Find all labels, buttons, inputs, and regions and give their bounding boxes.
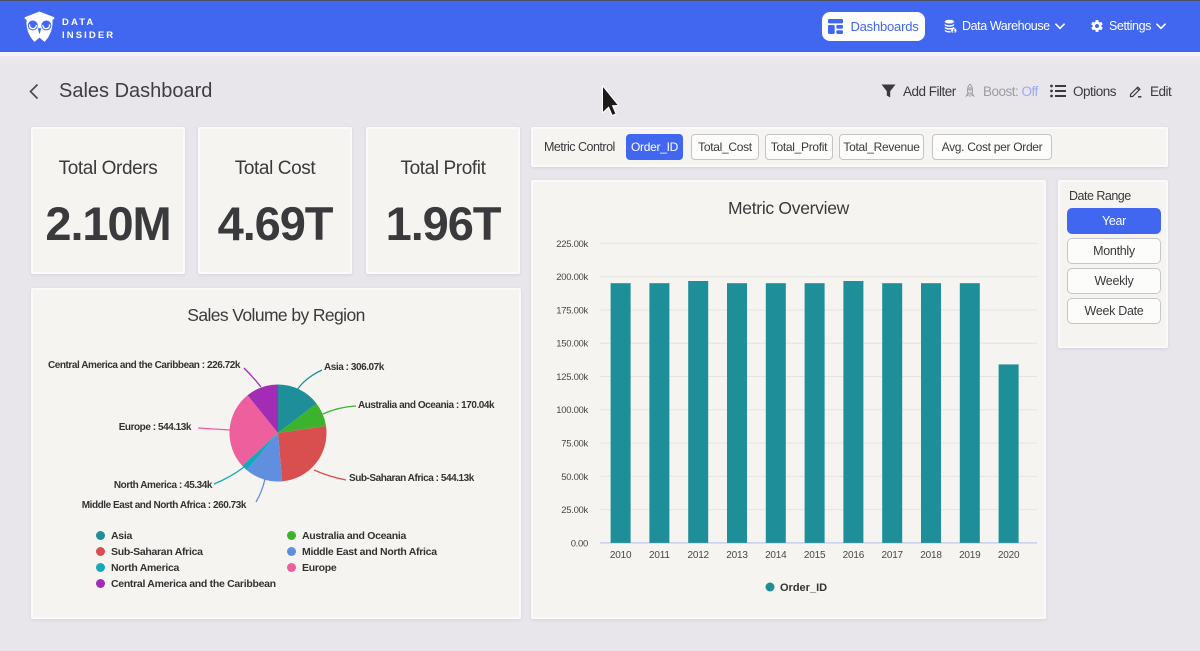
svg-text:2014: 2014 [765, 550, 787, 561]
svg-text:225.00k: 225.00k [556, 239, 588, 250]
svg-text:2012: 2012 [687, 550, 709, 561]
svg-text:2011: 2011 [649, 550, 670, 561]
svg-text:25.00k: 25.00k [561, 505, 588, 516]
svg-text:2018: 2018 [920, 550, 942, 561]
svg-text:2010: 2010 [610, 550, 632, 561]
svg-text:2013: 2013 [726, 550, 748, 561]
svg-text:75.00k: 75.00k [561, 439, 588, 450]
svg-text:100.00k: 100.00k [556, 405, 588, 416]
svg-text:125.00k: 125.00k [556, 372, 588, 383]
svg-text:0.00: 0.00 [571, 538, 588, 549]
svg-text:150.00k: 150.00k [556, 339, 588, 350]
svg-text:2020: 2020 [998, 550, 1020, 561]
svg-text:2016: 2016 [843, 550, 865, 561]
svg-text:2017: 2017 [881, 550, 903, 561]
svg-text:175.00k: 175.00k [556, 305, 588, 316]
svg-text:Order_ID: Order_ID [780, 582, 827, 594]
svg-text:50.00k: 50.00k [561, 472, 588, 483]
svg-text:2015: 2015 [804, 550, 826, 561]
svg-text:2019: 2019 [959, 550, 981, 561]
svg-text:200.00k: 200.00k [556, 272, 588, 283]
